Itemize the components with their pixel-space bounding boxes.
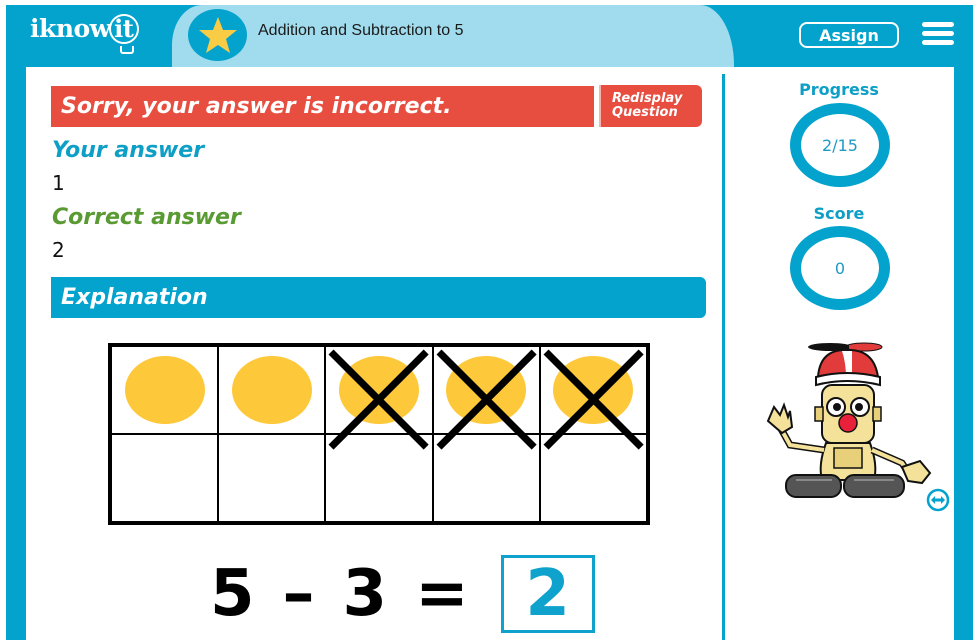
score-ring: 0	[790, 226, 890, 310]
redisplay-question-button[interactable]: Redisplay Question	[599, 85, 702, 127]
progress-value: 2/15	[822, 135, 858, 155]
ten-frame-cell	[111, 434, 219, 522]
expand-arrows-icon[interactable]	[926, 488, 950, 512]
assign-button[interactable]: Assign	[799, 22, 899, 48]
ten-frame-cell	[218, 346, 326, 434]
star-icon	[198, 17, 237, 53]
equation-left-operand: 5	[210, 557, 255, 631]
incorrect-message: Sorry, your answer is incorrect.	[51, 86, 594, 127]
progress-ring: 2/15	[790, 103, 890, 187]
lightbulb-icon: it	[108, 13, 139, 54]
ten-frame-cell	[325, 434, 433, 522]
equation-right-operand: 3	[342, 557, 388, 631]
score-value: 0	[834, 258, 846, 278]
ten-frame-cell	[432, 434, 540, 522]
logo-text: iknow	[30, 14, 111, 43]
counter-dot	[231, 356, 312, 424]
lesson-title: Addition and Subtraction to 5	[258, 22, 464, 39]
correct-answer-value: 2	[52, 238, 65, 262]
correct-answer-label: Correct answer	[52, 205, 241, 230]
ten-frame-cell	[325, 346, 433, 450]
counter-dot	[124, 356, 205, 424]
ten-frame-cell	[539, 346, 647, 450]
explanation-header: Explanation	[51, 277, 706, 318]
ten-frame-cell	[111, 346, 219, 434]
equation: 5 – 3 = 2	[196, 555, 595, 633]
robot-mascot	[766, 342, 932, 498]
ten-frame-cell	[432, 346, 540, 450]
ten-frame-cell	[539, 434, 647, 522]
iknowit-logo[interactable]: iknow it	[30, 13, 139, 54]
equation-answer-box: 2	[500, 555, 595, 633]
sidebar-divider	[722, 74, 725, 640]
your-answer-value: 1	[52, 171, 65, 195]
equation-equals: =	[415, 557, 469, 631]
progress-label: Progress	[799, 80, 879, 99]
your-answer-label: Your answer	[52, 138, 205, 163]
star-badge	[188, 9, 247, 61]
score-label: Score	[813, 204, 865, 223]
hamburger-menu-icon[interactable]	[922, 22, 954, 46]
ten-frame-cell	[218, 434, 326, 522]
ten-frame	[108, 343, 650, 525]
equation-operator: –	[282, 557, 315, 631]
